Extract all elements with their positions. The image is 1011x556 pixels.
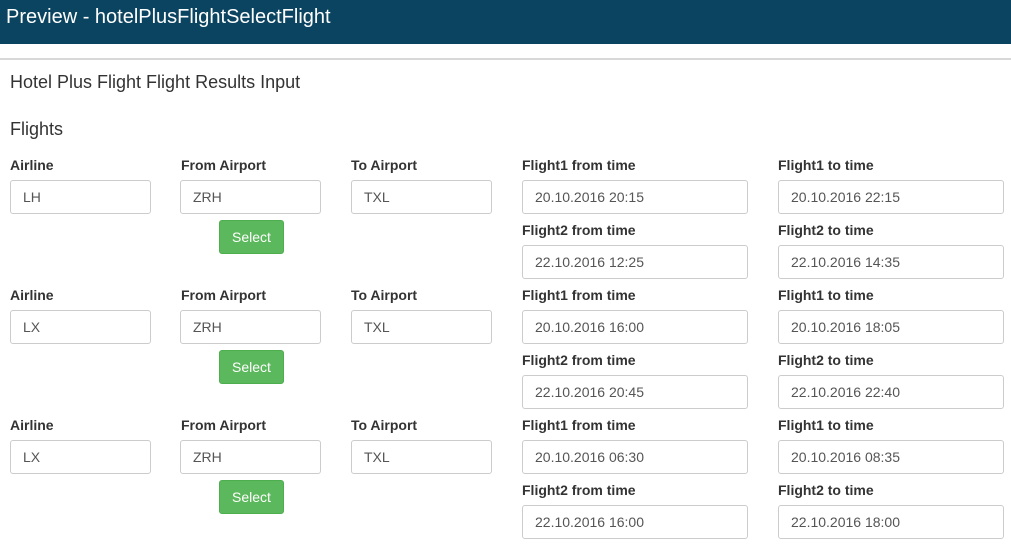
flight2-to-time-field[interactable] — [778, 505, 1004, 539]
flight1-to-time-field[interactable] — [778, 310, 1004, 344]
flight1-from-label: Flight1 from time — [522, 157, 636, 173]
select-button[interactable]: Select — [219, 350, 284, 384]
select-button[interactable]: Select — [219, 220, 284, 254]
to-airport-field[interactable] — [351, 310, 492, 344]
airline-label: Airline — [10, 287, 54, 303]
from-airport-field[interactable] — [180, 180, 321, 214]
from-airport-field[interactable] — [180, 310, 321, 344]
select-button[interactable]: Select — [219, 480, 284, 514]
flight2-to-time-field[interactable] — [778, 375, 1004, 409]
airline-label: Airline — [10, 417, 54, 433]
flight1-from-label: Flight1 from time — [522, 287, 636, 303]
flight2-to-label: Flight2 to time — [778, 482, 874, 498]
flight1-from-time-field[interactable] — [522, 310, 748, 344]
section-title: Flights — [10, 119, 64, 139]
flight2-from-time-field[interactable] — [522, 375, 748, 409]
divider — [0, 58, 1011, 60]
airline-field[interactable] — [10, 310, 151, 344]
from-airport-field[interactable] — [180, 440, 321, 474]
flight1-to-time-field[interactable] — [778, 440, 1004, 474]
from-airport-label: From Airport — [181, 417, 267, 433]
to-airport-field[interactable] — [351, 180, 492, 214]
airline-field[interactable] — [10, 440, 151, 474]
to-airport-label: To Airport — [351, 157, 418, 173]
flight2-from-label: Flight2 from time — [522, 222, 636, 238]
flight2-to-label: Flight2 to time — [778, 222, 874, 238]
flight1-to-label: Flight1 to time — [778, 157, 874, 173]
flight1-to-label: Flight1 to time — [778, 287, 874, 303]
flight1-from-time-field[interactable] — [522, 440, 748, 474]
flight1-to-time-field[interactable] — [778, 180, 1004, 214]
flight2-from-label: Flight2 from time — [522, 482, 636, 498]
flight1-from-time-field[interactable] — [522, 180, 748, 214]
flight2-to-time-field[interactable] — [778, 245, 1004, 279]
to-airport-field[interactable] — [351, 440, 492, 474]
window-title-bar: Preview - hotelPlusFlightSelectFlight — [0, 0, 1011, 44]
to-airport-label: To Airport — [351, 417, 418, 433]
from-airport-label: From Airport — [181, 157, 267, 173]
page-title: Hotel Plus Flight Flight Results Input — [10, 72, 301, 92]
flight2-from-label: Flight2 from time — [522, 352, 636, 368]
from-airport-label: From Airport — [181, 287, 267, 303]
to-airport-label: To Airport — [351, 287, 418, 303]
window-title: Preview - hotelPlusFlightSelectFlight — [6, 6, 331, 28]
flight2-from-time-field[interactable] — [522, 245, 748, 279]
airline-field[interactable] — [10, 180, 151, 214]
airline-label: Airline — [10, 157, 54, 173]
flight1-to-label: Flight1 to time — [778, 417, 874, 433]
flight2-from-time-field[interactable] — [522, 505, 748, 539]
flight2-to-label: Flight2 to time — [778, 352, 874, 368]
flight1-from-label: Flight1 from time — [522, 417, 636, 433]
